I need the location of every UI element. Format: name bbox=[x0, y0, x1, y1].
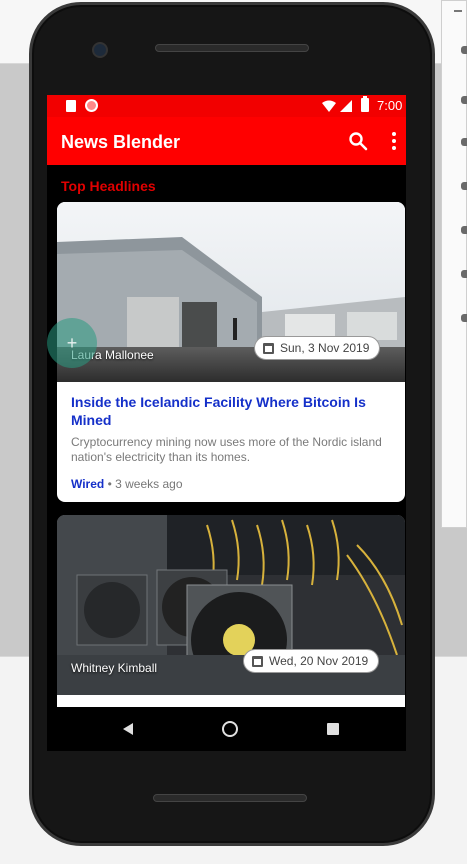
navigation-bar bbox=[47, 707, 406, 751]
article-card[interactable]: Whitney Kimball Wed, 20 Nov 2019 bbox=[57, 515, 405, 707]
toolbar-icon[interactable] bbox=[461, 138, 467, 146]
toolbar-icon[interactable] bbox=[461, 96, 467, 104]
recents-icon[interactable] bbox=[327, 723, 339, 735]
signal-icon bbox=[340, 100, 352, 112]
plus-icon: + bbox=[66, 332, 78, 353]
article-date: Sun, 3 Nov 2019 bbox=[280, 341, 370, 355]
meta-separator: • bbox=[107, 477, 112, 491]
toolbar-icon[interactable] bbox=[461, 226, 467, 234]
article-date: Wed, 20 Nov 2019 bbox=[269, 654, 369, 668]
app-title: News Blender bbox=[61, 132, 181, 152]
battery-icon bbox=[361, 96, 369, 112]
date-chip: Sun, 3 Nov 2019 bbox=[254, 336, 381, 360]
toolbar-icon[interactable] bbox=[461, 46, 467, 54]
add-fab-button[interactable]: + bbox=[47, 318, 97, 368]
article-meta: Wired • 3 weeks ago bbox=[71, 477, 183, 491]
article-author: Whitney Kimball bbox=[71, 661, 158, 675]
search-icon[interactable] bbox=[348, 131, 368, 151]
toolbar-icon[interactable] bbox=[461, 314, 467, 322]
article-age: 3 weeks ago bbox=[115, 477, 183, 491]
wifi-icon bbox=[322, 100, 336, 112]
toolbar-icon[interactable] bbox=[461, 270, 467, 278]
calendar-icon bbox=[252, 655, 263, 667]
toolbar-icon[interactable] bbox=[461, 182, 467, 190]
article-source[interactable]: Wired bbox=[71, 477, 104, 491]
front-camera bbox=[92, 42, 108, 58]
article-title[interactable]: Inside the Icelandic Facility Where Bitc… bbox=[71, 393, 391, 429]
section-title: Top Headlines bbox=[61, 178, 156, 194]
status-time: 7:00 bbox=[377, 98, 403, 113]
overflow-menu-icon[interactable] bbox=[390, 132, 398, 150]
notification-dot-icon bbox=[85, 99, 98, 112]
article-description: Cryptocurrency mining now uses more of t… bbox=[71, 435, 382, 464]
app-screen: 7:00 News Blender Top Headlines Laura Ma… bbox=[47, 95, 406, 707]
top-speaker bbox=[155, 44, 309, 52]
calendar-icon bbox=[263, 342, 274, 354]
date-chip: Wed, 20 Nov 2019 bbox=[243, 649, 380, 673]
back-icon[interactable] bbox=[123, 723, 133, 735]
bottom-speaker bbox=[153, 794, 307, 802]
minimize-icon[interactable] bbox=[454, 10, 462, 12]
home-icon[interactable] bbox=[222, 721, 238, 737]
article-card[interactable]: Laura Mallonee Sun, 3 Nov 2019 Inside th… bbox=[57, 202, 405, 502]
side-toolbar bbox=[441, 0, 467, 528]
status-bar: 7:00 bbox=[47, 95, 406, 117]
sd-card-icon bbox=[66, 100, 76, 112]
